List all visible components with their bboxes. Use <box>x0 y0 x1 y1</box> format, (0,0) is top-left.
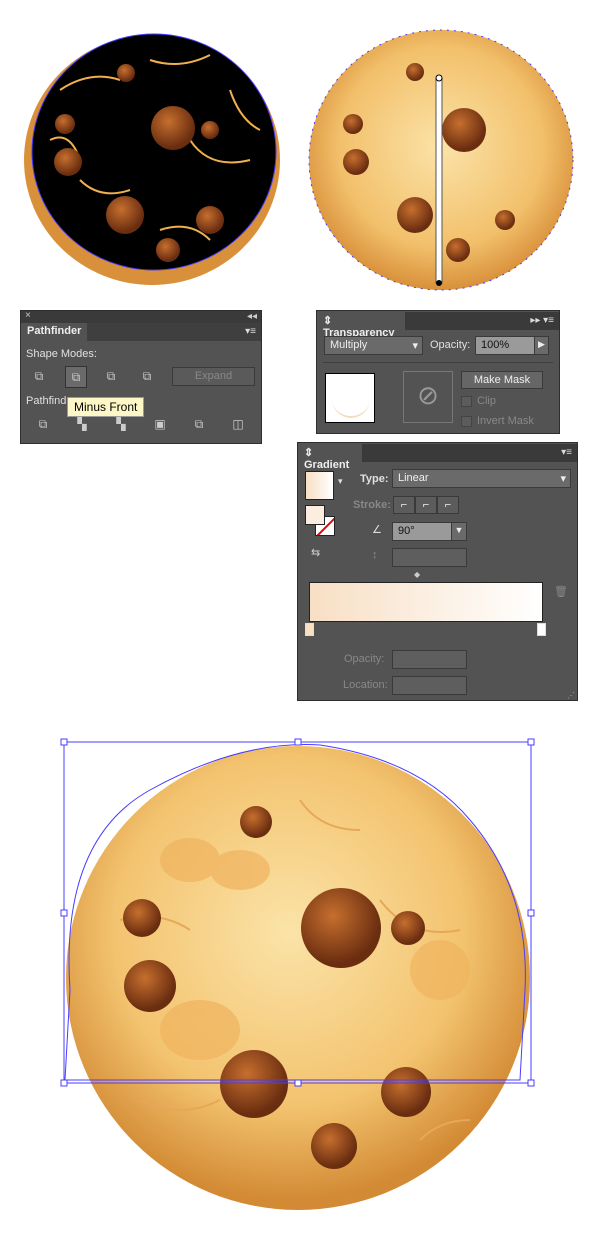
stroke-label: Stroke: <box>353 499 391 511</box>
chevron-down-icon: ▾ <box>412 340 418 352</box>
midpoint-diamond-icon[interactable]: ◆ <box>414 570 420 579</box>
unite-icon[interactable]: ⧉ <box>31 369 47 385</box>
gradient-annotator[interactable] <box>435 77 443 284</box>
exclude-icon[interactable]: ⧉ <box>139 369 155 385</box>
aspect-ratio-field[interactable] <box>392 548 467 567</box>
blend-mode-select[interactable]: Multiply ▾ <box>324 336 423 355</box>
reverse-gradient-icon[interactable]: ⇆ <box>311 546 320 559</box>
gradient-stop-start[interactable] <box>305 623 314 636</box>
cookie-artwork-large <box>60 738 535 1210</box>
stroke-within-button[interactable]: ⌐ <box>393 496 415 514</box>
stop-location-field[interactable] <box>392 676 467 695</box>
pathfinder-panel: × ◂◂ Pathfinder ▾≡ Shape Modes: ⧉ ⧉ ⧉ ⧉ E… <box>20 310 262 444</box>
angle-icon: ∠ <box>372 524 382 536</box>
tooltip: Minus Front <box>67 397 145 417</box>
cookie-black-mask <box>24 33 280 285</box>
merge-icon[interactable]: ▚ <box>113 417 129 433</box>
aspect-ratio-icon: ↕ <box>372 549 378 561</box>
clip-label: Clip <box>477 395 496 407</box>
opacity-slider-arrow[interactable]: ▶ <box>534 336 549 355</box>
expand-button[interactable]: Expand <box>172 367 255 386</box>
cookie-artwork-top <box>24 29 574 291</box>
artwork-thumbnail[interactable] <box>325 373 375 423</box>
outline-icon[interactable]: ⧉ <box>191 417 207 433</box>
crop-icon[interactable]: ▣ <box>152 417 168 433</box>
angle-dropdown[interactable]: ▼ <box>451 522 467 541</box>
fill-swatch[interactable] <box>305 505 325 525</box>
cookie-gradient-shape <box>308 29 574 291</box>
minus-back-icon[interactable]: ◫ <box>230 417 246 433</box>
trash-icon[interactable]: 🗑 <box>554 585 568 598</box>
opacity-field[interactable]: 100% <box>475 336 535 355</box>
invert-mask-label: Invert Mask <box>477 415 534 427</box>
trim-icon[interactable]: ▚ <box>74 417 90 433</box>
no-mask-icon[interactable]: ⊘ <box>403 371 453 423</box>
angle-field[interactable]: 90° <box>392 522 452 541</box>
tab-label: Gradient <box>304 459 350 471</box>
gradient-type-select[interactable]: Linear ▾ <box>392 469 571 488</box>
opacity-label: Opacity: <box>344 653 385 665</box>
clip-checkbox[interactable] <box>461 396 472 407</box>
gradient-slider[interactable] <box>309 582 543 622</box>
type-label: Type: <box>360 473 389 485</box>
minus-front-icon[interactable]: ⧉ <box>65 366 87 388</box>
divider <box>323 362 553 363</box>
panel-menu-icon[interactable]: ▾≡ <box>245 326 256 337</box>
gradient-swatch[interactable] <box>305 471 334 500</box>
intersect-icon[interactable]: ⧉ <box>103 369 119 385</box>
gradient-stop-end[interactable] <box>537 623 546 636</box>
divide-icon[interactable]: ⧉ <box>35 417 51 433</box>
tab-gradient[interactable]: ⇕ Gradient <box>298 444 362 471</box>
panel-menu-icon[interactable]: ▸▸ ▾≡ <box>530 315 554 326</box>
resize-grip-icon[interactable]: ⋰ <box>567 691 575 700</box>
shape-modes-label: Shape Modes: <box>26 348 97 360</box>
location-label: Location: <box>343 679 388 691</box>
stroke-along-button[interactable]: ⌐ <box>415 496 437 514</box>
panel-menu-icon[interactable]: ▾≡ <box>561 447 572 458</box>
gradient-panel: ⇕ Gradient ▾≡ ▾ ⇆ Type: Linear ▾ Stroke: ⌐… <box>297 442 578 701</box>
close-icon[interactable]: × <box>25 310 31 321</box>
invert-mask-checkbox[interactable] <box>461 416 472 427</box>
stop-opacity-field[interactable] <box>392 650 467 669</box>
tab-pathfinder[interactable]: Pathfinder <box>21 323 87 341</box>
chevron-down-icon[interactable]: ▾ <box>338 476 343 487</box>
stroke-across-button[interactable]: ⌐ <box>437 496 459 514</box>
panel-topbar: × ◂◂ <box>21 310 261 323</box>
pathfinders-label: Pathfind <box>26 395 67 407</box>
blend-mode-value: Multiply <box>330 339 368 351</box>
tab-transparency[interactable]: ⇕ Transparency <box>317 312 405 339</box>
chevron-down-icon: ▾ <box>560 473 566 485</box>
transparency-panel: ⇕ Transparency ▸▸ ▾≡ Multiply ▾ Opacity: 1… <box>316 310 560 434</box>
opacity-label: Opacity: <box>430 339 471 351</box>
make-mask-button[interactable]: Make Mask <box>461 371 543 389</box>
collapse-icon[interactable]: ◂◂ <box>247 311 257 322</box>
type-value: Linear <box>398 472 429 484</box>
